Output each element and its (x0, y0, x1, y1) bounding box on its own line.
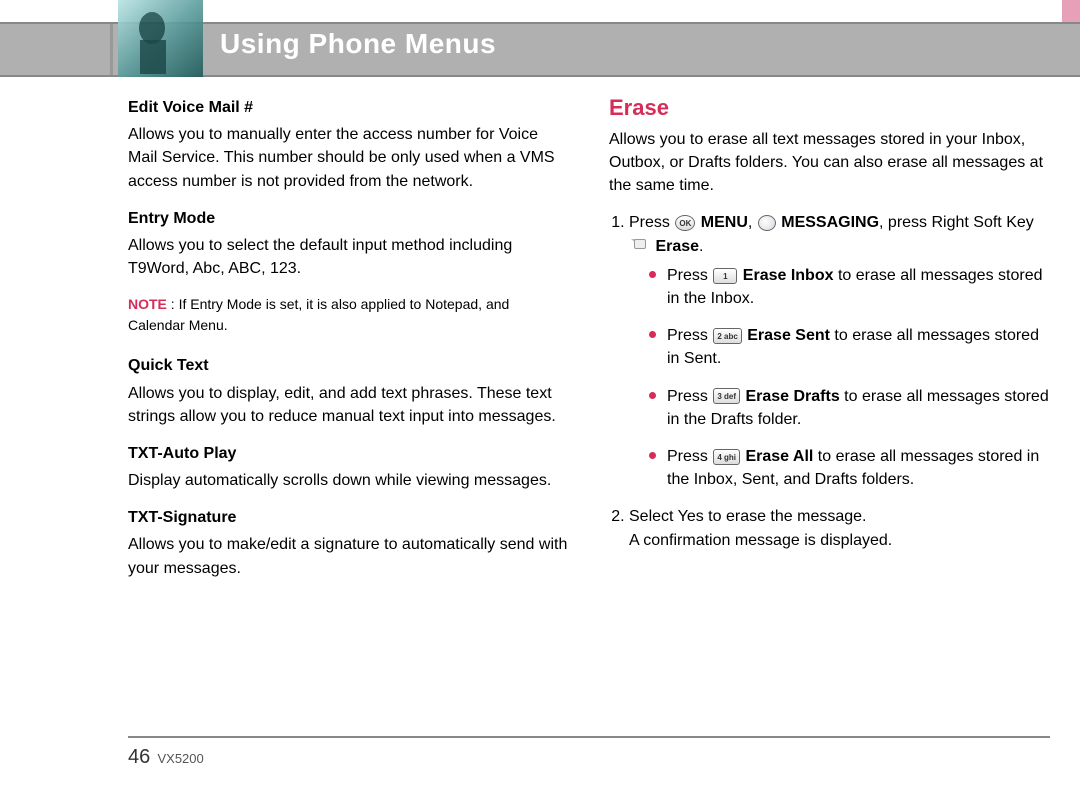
text-quick-text: Allows you to display, edit, and add tex… (128, 382, 569, 428)
content-columns: Edit Voice Mail # Allows you to manually… (128, 92, 1050, 731)
right-column: Erase Allows you to erase all text messa… (609, 92, 1050, 731)
text-edit-voice-mail: Allows you to manually enter the access … (128, 123, 569, 193)
note-label: NOTE (128, 296, 167, 312)
left-column: Edit Voice Mail # Allows you to manually… (128, 92, 569, 731)
section-erase: Erase (609, 92, 1050, 124)
note-entry-mode: NOTE : If Entry Mode is set, it is also … (128, 294, 569, 336)
step-2: Select Yes to erase the message. A confi… (629, 505, 1050, 551)
heading-quick-text: Quick Text (128, 354, 569, 377)
erase-options: Press 1 Erase Inbox to erase all message… (649, 264, 1050, 492)
text-erase-intro: Allows you to erase all text messages st… (609, 128, 1050, 198)
heading-edit-voice-mail: Edit Voice Mail # (128, 96, 569, 119)
key-2-icon: 2 abc (713, 328, 741, 344)
step-1: Press OK MENU, MESSAGING, press Right So… (629, 211, 1050, 491)
key-1-icon: 1 (713, 268, 737, 284)
key-3-icon: 3 def (713, 388, 740, 404)
heading-txt-signature: TXT-Signature (128, 506, 569, 529)
text-entry-mode: Allows you to select the default input m… (128, 234, 569, 280)
model-number: VX5200 (157, 751, 203, 766)
option-erase-drafts: Press 3 def Erase Drafts to erase all me… (649, 385, 1050, 431)
heading-entry-mode: Entry Mode (128, 207, 569, 230)
right-softkey-icon (631, 239, 649, 253)
option-erase-inbox: Press 1 Erase Inbox to erase all message… (649, 264, 1050, 310)
erase-steps: Press OK MENU, MESSAGING, press Right So… (629, 211, 1050, 551)
header-photo (118, 0, 203, 77)
text-txt-signature: Allows you to make/edit a signature to a… (128, 533, 569, 579)
page-title: Using Phone Menus (220, 28, 496, 60)
option-erase-sent: Press 2 abc Erase Sent to erase all mess… (649, 324, 1050, 370)
ok-key-icon: OK (675, 215, 695, 231)
nav-key-icon (758, 215, 776, 231)
photo-illustration (118, 0, 203, 77)
text-txt-autoplay: Display automatically scrolls down while… (128, 469, 569, 492)
heading-txt-autoplay: TXT-Auto Play (128, 442, 569, 465)
option-erase-all: Press 4 ghi Erase All to erase all messa… (649, 445, 1050, 491)
page-footer: 46 VX5200 (128, 736, 1050, 769)
page-number: 46 (128, 746, 150, 768)
key-4-icon: 4 ghi (713, 449, 740, 465)
